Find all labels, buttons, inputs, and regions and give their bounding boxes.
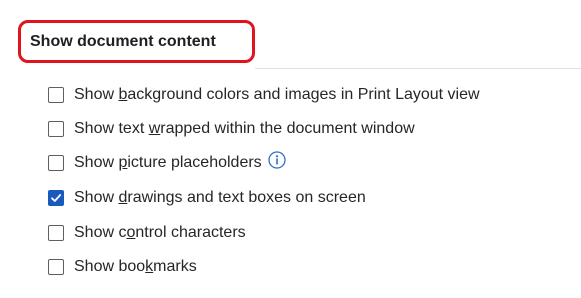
checkmark-icon: [51, 194, 62, 202]
section-divider: [255, 68, 581, 69]
checkbox-show-background-colors[interactable]: [48, 87, 64, 103]
option-show-text-wrapped[interactable]: Show text wrapped within the document wi…: [48, 118, 415, 140]
section-title: Show document content: [30, 33, 216, 50]
info-circle-icon[interactable]: [268, 151, 286, 169]
option-show-picture-placeholders[interactable]: Show picture placeholders: [48, 151, 286, 174]
option-show-background-colors[interactable]: Show background colors and images in Pri…: [48, 84, 480, 106]
checkbox-show-text-wrapped[interactable]: [48, 121, 64, 137]
checkbox-show-control-characters[interactable]: [48, 225, 64, 241]
option-show-drawings[interactable]: Show drawings and text boxes on screen: [48, 187, 366, 209]
option-label: Show picture placeholders: [74, 154, 262, 171]
option-label: Show bookmarks: [74, 258, 197, 275]
option-show-bookmarks[interactable]: Show bookmarks: [48, 256, 197, 278]
option-label: Show text wrapped within the document wi…: [74, 120, 415, 137]
checkbox-show-bookmarks[interactable]: [48, 259, 64, 275]
option-label: Show background colors and images in Pri…: [74, 86, 480, 103]
option-label: Show drawings and text boxes on screen: [74, 189, 366, 206]
checkbox-show-picture-placeholders[interactable]: [48, 155, 64, 171]
option-show-control-characters[interactable]: Show control characters: [48, 222, 246, 244]
checkbox-show-drawings[interactable]: [48, 190, 64, 206]
option-label: Show control characters: [74, 224, 246, 241]
section-header-highlight: Show document content: [18, 20, 255, 63]
